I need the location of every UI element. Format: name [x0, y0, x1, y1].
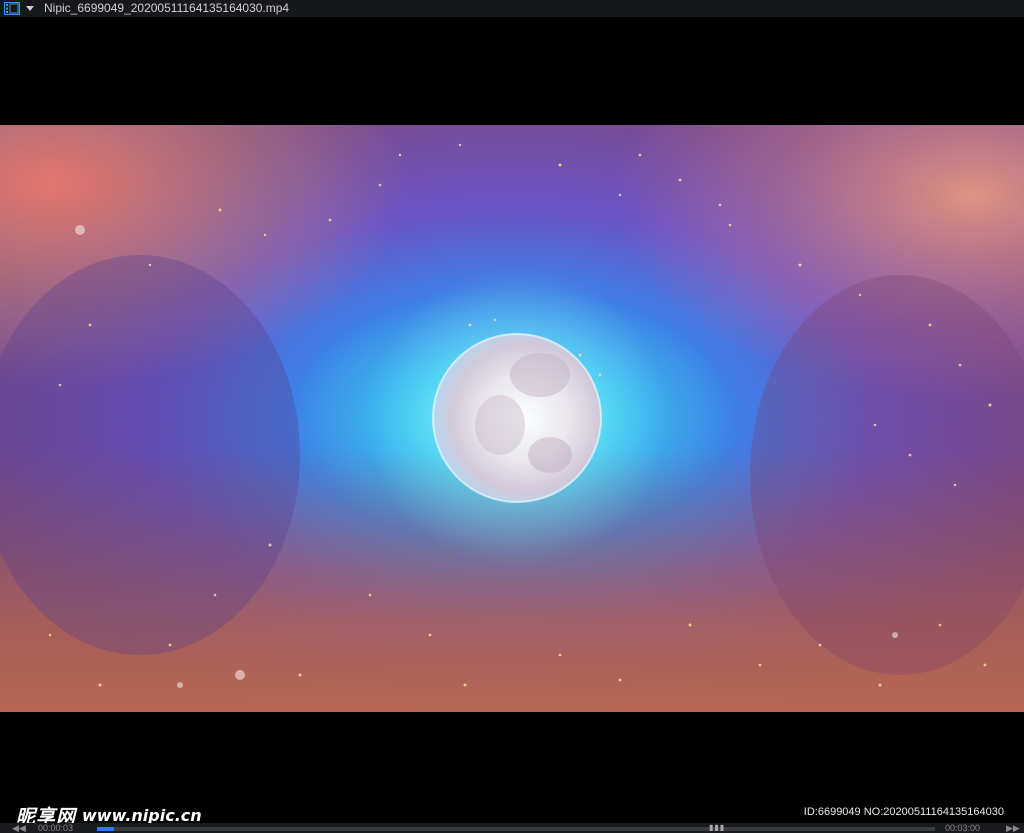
rewind-icon[interactable]: ◀◀ — [12, 824, 26, 833]
watermark-id: ID:6699049 NO:20200511164135164030 — [803, 806, 1004, 818]
file-title: Nipic_6699049_20200511164135164030.mp4 — [44, 1, 290, 15]
progress-bar[interactable] — [97, 827, 935, 831]
watermark-url: www.nipic.cn — [82, 805, 202, 825]
nebula-scene — [0, 125, 1024, 712]
volume-dots-icon[interactable]: ▮▮▮ — [709, 824, 725, 832]
chevron-down-icon[interactable] — [26, 6, 34, 11]
fast-forward-icon[interactable]: ▶▶ — [1006, 824, 1020, 833]
total-time: 00:03:00 — [945, 823, 981, 833]
film-icon[interactable] — [3, 1, 21, 16]
video-frame — [0, 125, 1024, 712]
current-time: 00:00:03 — [38, 823, 74, 833]
title-bar: Nipic_6699049_20200511164135164030.mp4 — [0, 0, 1024, 17]
player-controls: ◀◀ 00:00:03 ▮▮▮ 00:03:00 ▶▶ — [0, 823, 1024, 833]
video-area[interactable] — [0, 17, 1024, 827]
progress-fill — [97, 827, 114, 831]
